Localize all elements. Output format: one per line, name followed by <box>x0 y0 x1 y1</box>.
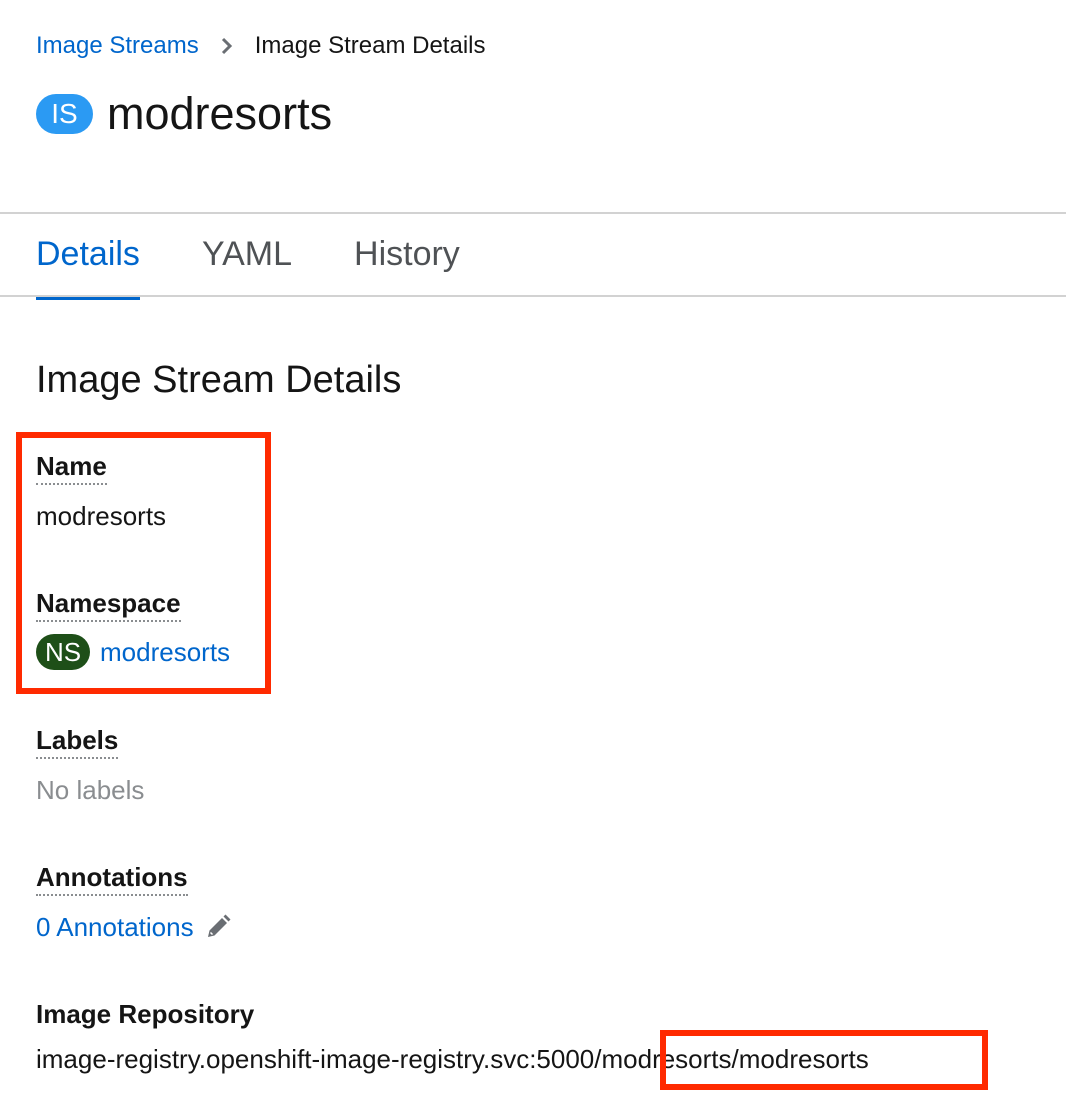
section-title: Image Stream Details <box>36 359 402 401</box>
labels-label: Labels <box>36 725 119 759</box>
tabs-divider <box>0 295 1066 297</box>
image-repository-prefix: image-registry.openshift-image-registry.… <box>36 1044 602 1074</box>
page-title: modresorts <box>107 88 333 139</box>
chevron-right-icon <box>221 37 233 55</box>
tab-yaml[interactable]: YAML <box>202 218 292 296</box>
breadcrumb: Image Streams Image Stream Details <box>36 30 486 62</box>
annotations-label: Annotations <box>36 862 188 896</box>
page-header: IS modresorts <box>36 88 332 140</box>
tab-bar: Details YAML History <box>36 218 522 300</box>
header-divider <box>0 212 1066 214</box>
annotations-value: 0 Annotations <box>36 910 232 944</box>
highlight-box-name-namespace <box>16 432 271 694</box>
pencil-icon[interactable] <box>204 913 232 941</box>
breadcrumb-image-streams-link[interactable]: Image Streams <box>36 30 199 62</box>
image-stream-details-page: Image Streams Image Stream Details IS mo… <box>0 0 1066 1120</box>
labels-term[interactable]: Labels <box>36 724 119 759</box>
tab-history[interactable]: History <box>354 218 460 296</box>
tab-details[interactable]: Details <box>36 218 140 300</box>
annotations-term[interactable]: Annotations <box>36 861 188 896</box>
image-repository-label: Image Repository <box>36 999 255 1029</box>
image-repository-term: Image Repository <box>36 998 254 1030</box>
annotations-link[interactable]: 0 Annotations <box>36 910 194 944</box>
image-stream-badge: IS <box>36 94 93 134</box>
labels-value: No labels <box>36 775 145 805</box>
highlight-box-repository <box>660 1030 988 1090</box>
breadcrumb-current: Image Stream Details <box>254 32 486 59</box>
